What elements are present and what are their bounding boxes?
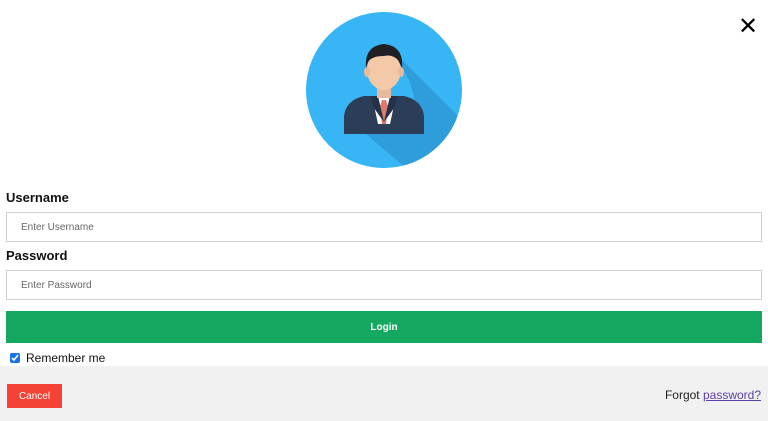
forgot-prefix: Forgot xyxy=(664,388,700,402)
username-input[interactable] xyxy=(6,212,762,242)
forgot-password-text: Forgot password? xyxy=(665,388,761,402)
login-button[interactable]: Login xyxy=(6,311,762,343)
user-avatar-icon xyxy=(306,12,462,168)
close-icon[interactable]: ✕ xyxy=(736,14,760,40)
remember-me-label: Remember me xyxy=(26,351,106,365)
remember-me-row: Remember me xyxy=(6,350,762,366)
login-modal: ✕ Username Enter Username Password Login… xyxy=(0,0,768,421)
password-label: Password xyxy=(6,248,68,263)
username-label: Username xyxy=(6,190,69,205)
forgot-password-link[interactable]: password? xyxy=(703,388,761,402)
remember-me-checkbox[interactable] xyxy=(10,353,20,363)
cancel-button[interactable]: Cancel xyxy=(7,384,62,408)
password-input[interactable] xyxy=(6,270,762,300)
login-form: Username Password Login Remember me xyxy=(6,184,762,366)
modal-footer: Cancel Forgot password? xyxy=(0,366,768,421)
